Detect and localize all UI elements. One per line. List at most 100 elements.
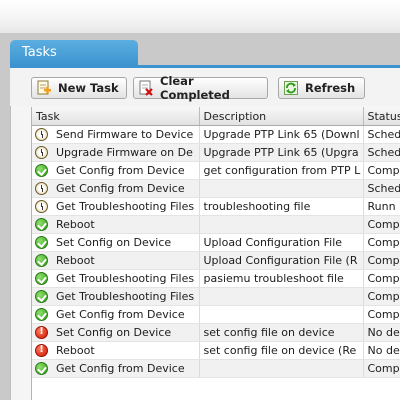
task-name: Reboot bbox=[56, 344, 95, 357]
status-cell: Sched bbox=[363, 143, 400, 162]
description-cell: get configuration from PTP L bbox=[199, 161, 364, 180]
table-row[interactable]: Send Firmware to Device Upgrade PTP Link … bbox=[32, 125, 400, 144]
complete-icon bbox=[35, 254, 48, 267]
table-row[interactable]: Reboot Comp bbox=[32, 215, 400, 234]
description-cell: set config file on device bbox=[199, 323, 364, 342]
task-cell: Get Config from Device bbox=[32, 305, 200, 324]
task-name: Reboot bbox=[56, 218, 95, 231]
new-task-button[interactable]: New Task bbox=[31, 77, 127, 99]
table-row[interactable]: Reboot set config file on device (ReNo de bbox=[32, 341, 400, 360]
column-header-status[interactable]: Status bbox=[363, 107, 400, 126]
scheduled-icon bbox=[35, 146, 48, 159]
task-cell: Get Troubleshooting Files bbox=[32, 269, 200, 288]
task-name: Get Config from Device bbox=[56, 182, 185, 195]
status-cell: No de bbox=[363, 323, 400, 342]
description-cell: set config file on device (Re bbox=[199, 341, 364, 360]
column-header-task[interactable]: Task bbox=[32, 107, 200, 126]
refresh-label: Refresh bbox=[305, 81, 356, 95]
table-row[interactable]: Get Config from Device Comp bbox=[32, 359, 400, 378]
task-cell: Get Troubleshooting Files bbox=[32, 197, 200, 216]
clear-completed-icon bbox=[139, 80, 153, 96]
task-cell: Reboot bbox=[32, 215, 200, 234]
task-cell: Get Config from Device bbox=[32, 179, 200, 198]
description-cell bbox=[199, 287, 364, 306]
new-task-icon bbox=[37, 80, 51, 95]
refresh-icon bbox=[284, 81, 298, 95]
description-cell: pasiemu troubleshoot file bbox=[199, 269, 364, 288]
table-row[interactable]: Reboot Upload Configuration File (R Comp bbox=[32, 251, 400, 270]
scheduled-icon bbox=[35, 182, 48, 195]
clear-completed-label: Clear Completed bbox=[160, 74, 230, 102]
status-cell: Comp bbox=[363, 359, 400, 378]
task-cell: Get Config from Device bbox=[32, 161, 200, 180]
scheduled-icon bbox=[35, 128, 48, 141]
complete-icon bbox=[35, 290, 48, 303]
description-cell bbox=[199, 359, 364, 378]
task-cell: Set Config on Device bbox=[32, 323, 200, 342]
status-cell: Comp bbox=[363, 215, 400, 234]
task-name: Get Troubleshooting Files bbox=[56, 290, 195, 303]
table-row[interactable]: Get Troubleshooting Files Comp bbox=[32, 287, 400, 306]
status-cell: Sched bbox=[363, 125, 400, 144]
task-name: Set Config on Device bbox=[56, 236, 172, 249]
task-name: Get Config from Device bbox=[56, 164, 185, 177]
task-cell: Upgrade Firmware on De bbox=[32, 143, 200, 162]
description-cell: Upload Configuration File bbox=[199, 233, 364, 252]
table-row[interactable]: Get Troubleshooting Files troubleshooting… bbox=[32, 197, 400, 216]
tab-tasks[interactable]: Tasks bbox=[10, 40, 138, 66]
status-cell: Comp bbox=[363, 269, 400, 288]
table-row[interactable]: Set Config on Device Upload Configuration… bbox=[32, 233, 400, 252]
task-cell: Reboot bbox=[32, 251, 200, 270]
table-row[interactable]: Get Config from Device get configuration … bbox=[32, 161, 400, 180]
refresh-button[interactable]: Refresh bbox=[278, 77, 365, 99]
task-name: Get Config from Device bbox=[56, 362, 185, 375]
task-name: Reboot bbox=[56, 254, 95, 267]
table-row[interactable]: Get Config from Device Comp bbox=[32, 305, 400, 324]
task-name: Upgrade Firmware on De bbox=[56, 146, 193, 159]
task-name: Get Troubleshooting Files bbox=[56, 200, 195, 213]
table-row[interactable]: Get Troubleshooting Files pasiemu trouble… bbox=[32, 269, 400, 288]
task-cell: Get Config from Device bbox=[32, 359, 200, 378]
task-name: Get Troubleshooting Files bbox=[56, 272, 195, 285]
table-row[interactable]: Upgrade Firmware on De Upgrade PTP Link 6… bbox=[32, 143, 400, 162]
column-header-description[interactable]: Description bbox=[199, 107, 364, 126]
window-header-bar bbox=[0, 0, 400, 33]
tasks-grid: Task Description Status Send Firmware to… bbox=[31, 107, 400, 400]
complete-icon bbox=[35, 164, 48, 177]
description-cell bbox=[199, 305, 364, 324]
status-cell: No de bbox=[363, 341, 400, 360]
tasks-table: Task Description Status Send Firmware to… bbox=[32, 107, 400, 378]
status-cell: Sched bbox=[363, 179, 400, 198]
task-cell: Get Troubleshooting Files bbox=[32, 287, 200, 306]
description-cell: troubleshooting file bbox=[199, 197, 364, 216]
table-row[interactable]: Get Config from Device Sched bbox=[32, 179, 400, 198]
description-cell: Upgrade PTP Link 65 (Upgra bbox=[199, 143, 364, 162]
clear-completed-button[interactable]: Clear Completed bbox=[133, 74, 268, 102]
error-icon bbox=[35, 326, 48, 339]
table-row[interactable]: Set Config on Device set config file on d… bbox=[32, 323, 400, 342]
task-name: Get Config from Device bbox=[56, 308, 185, 321]
status-cell: Runn bbox=[363, 197, 400, 216]
complete-icon bbox=[35, 218, 48, 231]
status-cell: Comp bbox=[363, 161, 400, 180]
status-cell: Comp bbox=[363, 233, 400, 252]
task-name: Set Config on Device bbox=[56, 326, 172, 339]
description-cell: Upload Configuration File (R bbox=[199, 251, 364, 270]
task-cell: Reboot bbox=[32, 341, 200, 360]
description-cell bbox=[199, 215, 364, 234]
complete-icon bbox=[35, 236, 48, 249]
task-cell: Set Config on Device bbox=[32, 233, 200, 252]
error-icon bbox=[35, 344, 48, 357]
status-cell: Comp bbox=[363, 305, 400, 324]
grid-header-row: Task Description Status bbox=[32, 107, 400, 126]
description-cell: Upgrade PTP Link 65 (Downl bbox=[199, 125, 364, 144]
complete-icon bbox=[35, 308, 48, 321]
task-name: Send Firmware to Device bbox=[56, 128, 194, 141]
complete-icon bbox=[35, 362, 48, 375]
complete-icon bbox=[35, 272, 48, 285]
new-task-label: New Task bbox=[58, 81, 119, 95]
status-cell: Comp bbox=[363, 287, 400, 306]
status-cell: Comp bbox=[363, 251, 400, 270]
description-cell bbox=[199, 179, 364, 198]
scheduled-icon bbox=[35, 200, 48, 213]
